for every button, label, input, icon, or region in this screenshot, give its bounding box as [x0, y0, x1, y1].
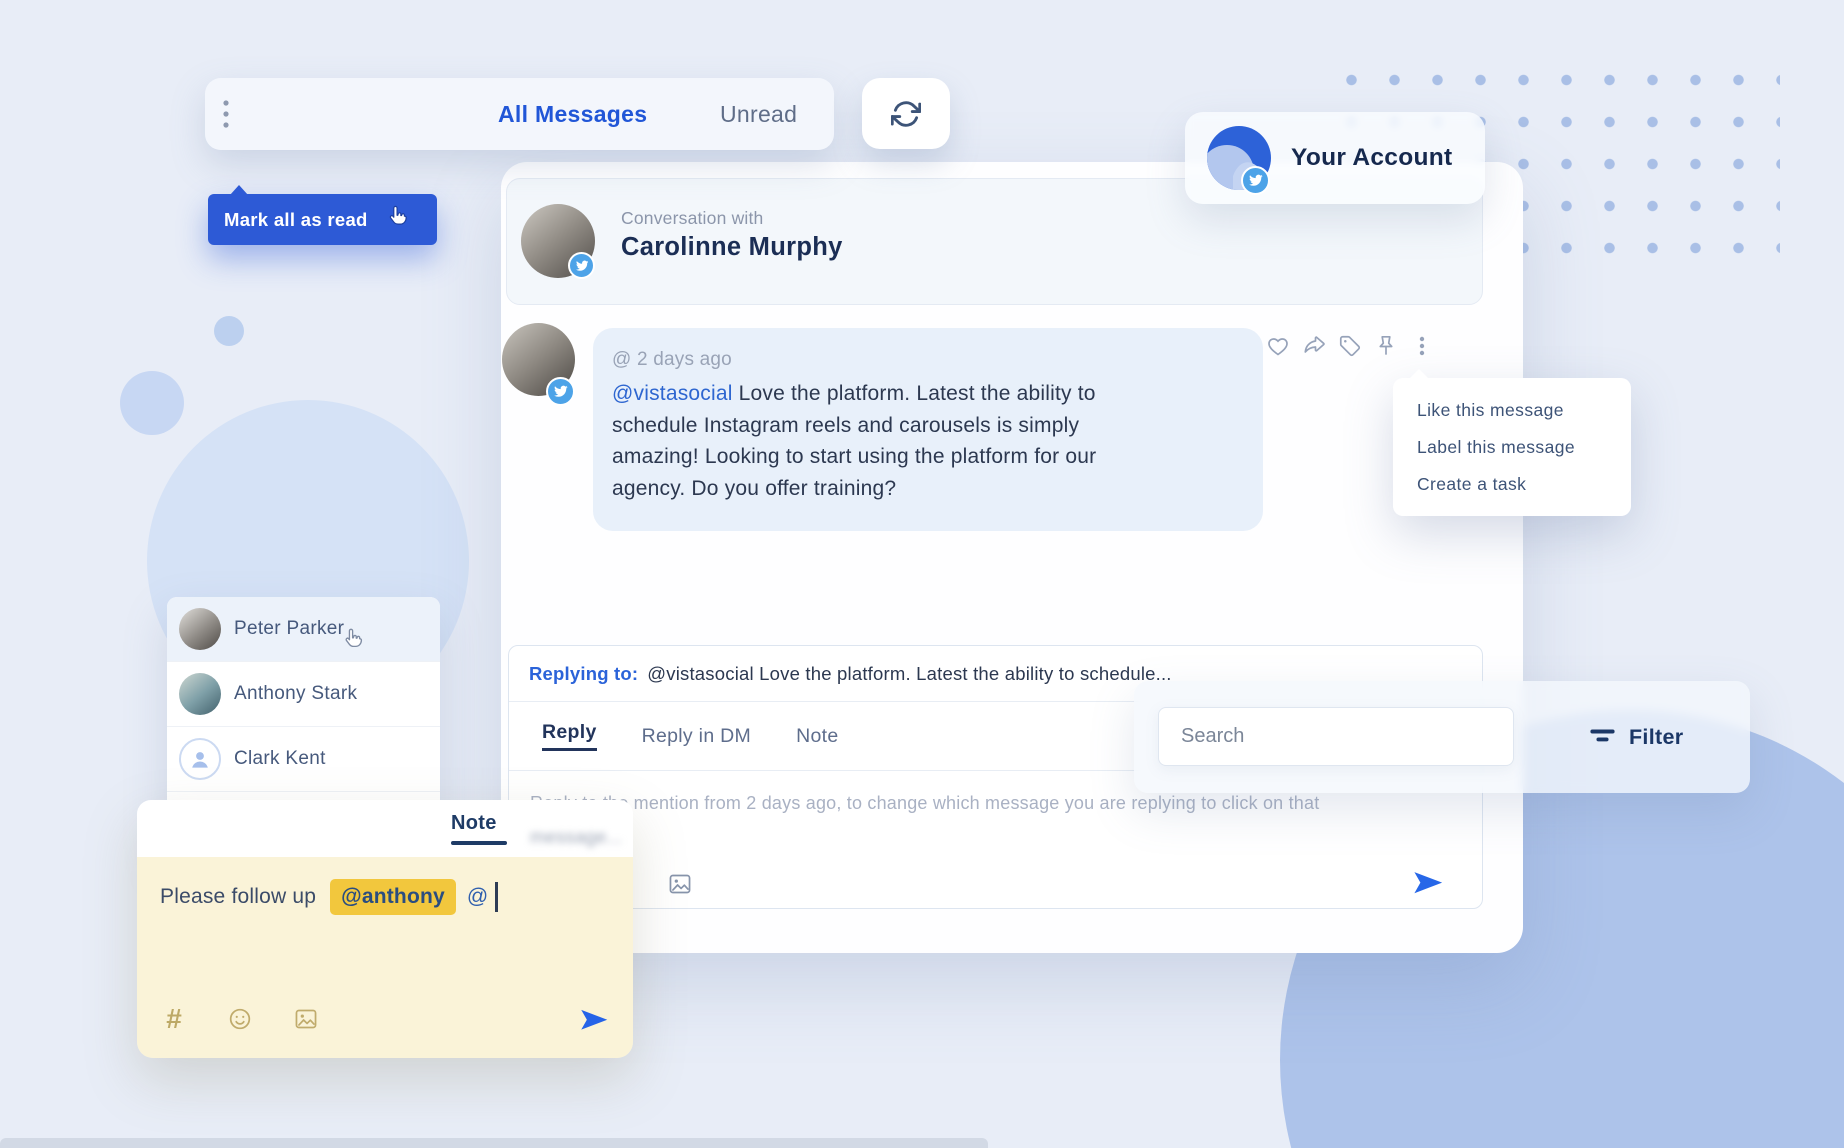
- attach-image-icon[interactable]: [667, 871, 693, 897]
- note-editor[interactable]: Please follow up @anthony @ #: [137, 857, 633, 1058]
- message-mention[interactable]: @vistasocial: [612, 382, 733, 405]
- note-text: Please follow up: [160, 885, 316, 909]
- search-input[interactable]: [1158, 707, 1514, 766]
- note-tab-label: Note: [451, 812, 507, 835]
- hashtag-icon[interactable]: #: [161, 1006, 187, 1032]
- more-kebab-icon[interactable]: [1410, 334, 1434, 358]
- account-label: Your Account: [1291, 112, 1453, 204]
- menu-item-create-task[interactable]: Create a task: [1393, 466, 1631, 503]
- pin-icon[interactable]: [1374, 334, 1398, 358]
- mark-all-read-label: Mark all as read: [224, 194, 368, 245]
- menu-item-like[interactable]: Like this message: [1393, 392, 1631, 429]
- message-actions: [1266, 334, 1434, 358]
- tab-all-messages[interactable]: All Messages: [498, 78, 647, 150]
- tab-reply[interactable]: Reply: [542, 721, 597, 751]
- toolbar-kebab-icon[interactable]: [221, 98, 231, 130]
- menu-item-label[interactable]: Label this message: [1393, 429, 1631, 466]
- conversation-with-label: Conversation with: [621, 208, 764, 229]
- avatar-peter: [179, 608, 221, 650]
- avatar-anthony: [179, 673, 221, 715]
- hand-cursor-icon: [384, 203, 412, 231]
- send-reply-icon[interactable]: [1412, 868, 1444, 900]
- user-name: Peter Parker: [234, 618, 344, 640]
- replying-to-preview[interactable]: @vistasocial Love the platform. Latest t…: [647, 663, 1171, 685]
- reply-placeholder-line2: message...: [530, 826, 623, 848]
- twitter-badge-icon: [568, 252, 595, 279]
- list-item-peter-parker[interactable]: Peter Parker: [167, 597, 440, 662]
- reply-placeholder[interactable]: Reply to the mention from 2 days ago, to…: [530, 793, 1319, 814]
- list-item-clark-kent[interactable]: Clark Kent: [167, 727, 440, 792]
- filter-button[interactable]: Filter: [1589, 681, 1683, 793]
- filter-icon: [1589, 726, 1616, 748]
- note-toolbar: #: [161, 1006, 319, 1032]
- note-text-line: Please follow up @anthony @: [160, 875, 498, 919]
- twitter-badge-icon: [1241, 166, 1270, 195]
- image-icon[interactable]: [293, 1006, 319, 1032]
- label-tag-icon[interactable]: [1338, 334, 1362, 358]
- like-icon[interactable]: [1266, 334, 1290, 358]
- message-timestamp: @ 2 days ago: [612, 349, 732, 371]
- refresh-icon: [891, 99, 921, 129]
- replying-to-label: Replying to:: [529, 663, 638, 685]
- your-account-card[interactable]: Your Account: [1185, 112, 1485, 204]
- search-overlay: Filter: [1134, 681, 1750, 793]
- tab-note[interactable]: Note: [796, 725, 838, 748]
- mention-chip: @anthony: [330, 879, 456, 915]
- tab-unread[interactable]: Unread: [720, 78, 797, 150]
- send-note-icon[interactable]: [579, 1006, 609, 1036]
- note-at-symbol: @: [467, 885, 488, 909]
- decor-bottom-strip: [0, 1138, 988, 1148]
- text-caret: [495, 882, 498, 912]
- list-item-anthony-stark[interactable]: Anthony Stark: [167, 662, 440, 727]
- user-name: Clark Kent: [234, 748, 326, 770]
- note-tab[interactable]: Note: [451, 812, 507, 845]
- app-stage: Conversation with Carolinne Murphy @ 2 d…: [0, 0, 1844, 1148]
- decor-circle-mid-left: [120, 371, 184, 435]
- emoji-icon[interactable]: [227, 1006, 253, 1032]
- mark-all-read-tooltip[interactable]: Mark all as read: [208, 194, 437, 245]
- avatar-person-icon: [179, 738, 221, 780]
- share-icon[interactable]: [1302, 334, 1326, 358]
- decor-circle-small-left: [214, 316, 244, 346]
- message-text: @vistasocial Love the platform. Latest t…: [612, 378, 1244, 504]
- tab-reply-in-dm[interactable]: Reply in DM: [642, 725, 752, 748]
- filter-label: Filter: [1629, 725, 1683, 750]
- refresh-button[interactable]: [862, 78, 950, 149]
- note-tab-underline: [451, 841, 507, 845]
- user-name: Anthony Stark: [234, 683, 357, 705]
- hand-cursor-icon: [340, 626, 367, 653]
- twitter-badge-icon: [546, 377, 575, 406]
- message-context-menu: Like this message Label this message Cre…: [1393, 378, 1631, 516]
- conversation-name: Carolinne Murphy: [621, 233, 843, 262]
- inbox-toolbar: All Messages Unread: [205, 78, 834, 150]
